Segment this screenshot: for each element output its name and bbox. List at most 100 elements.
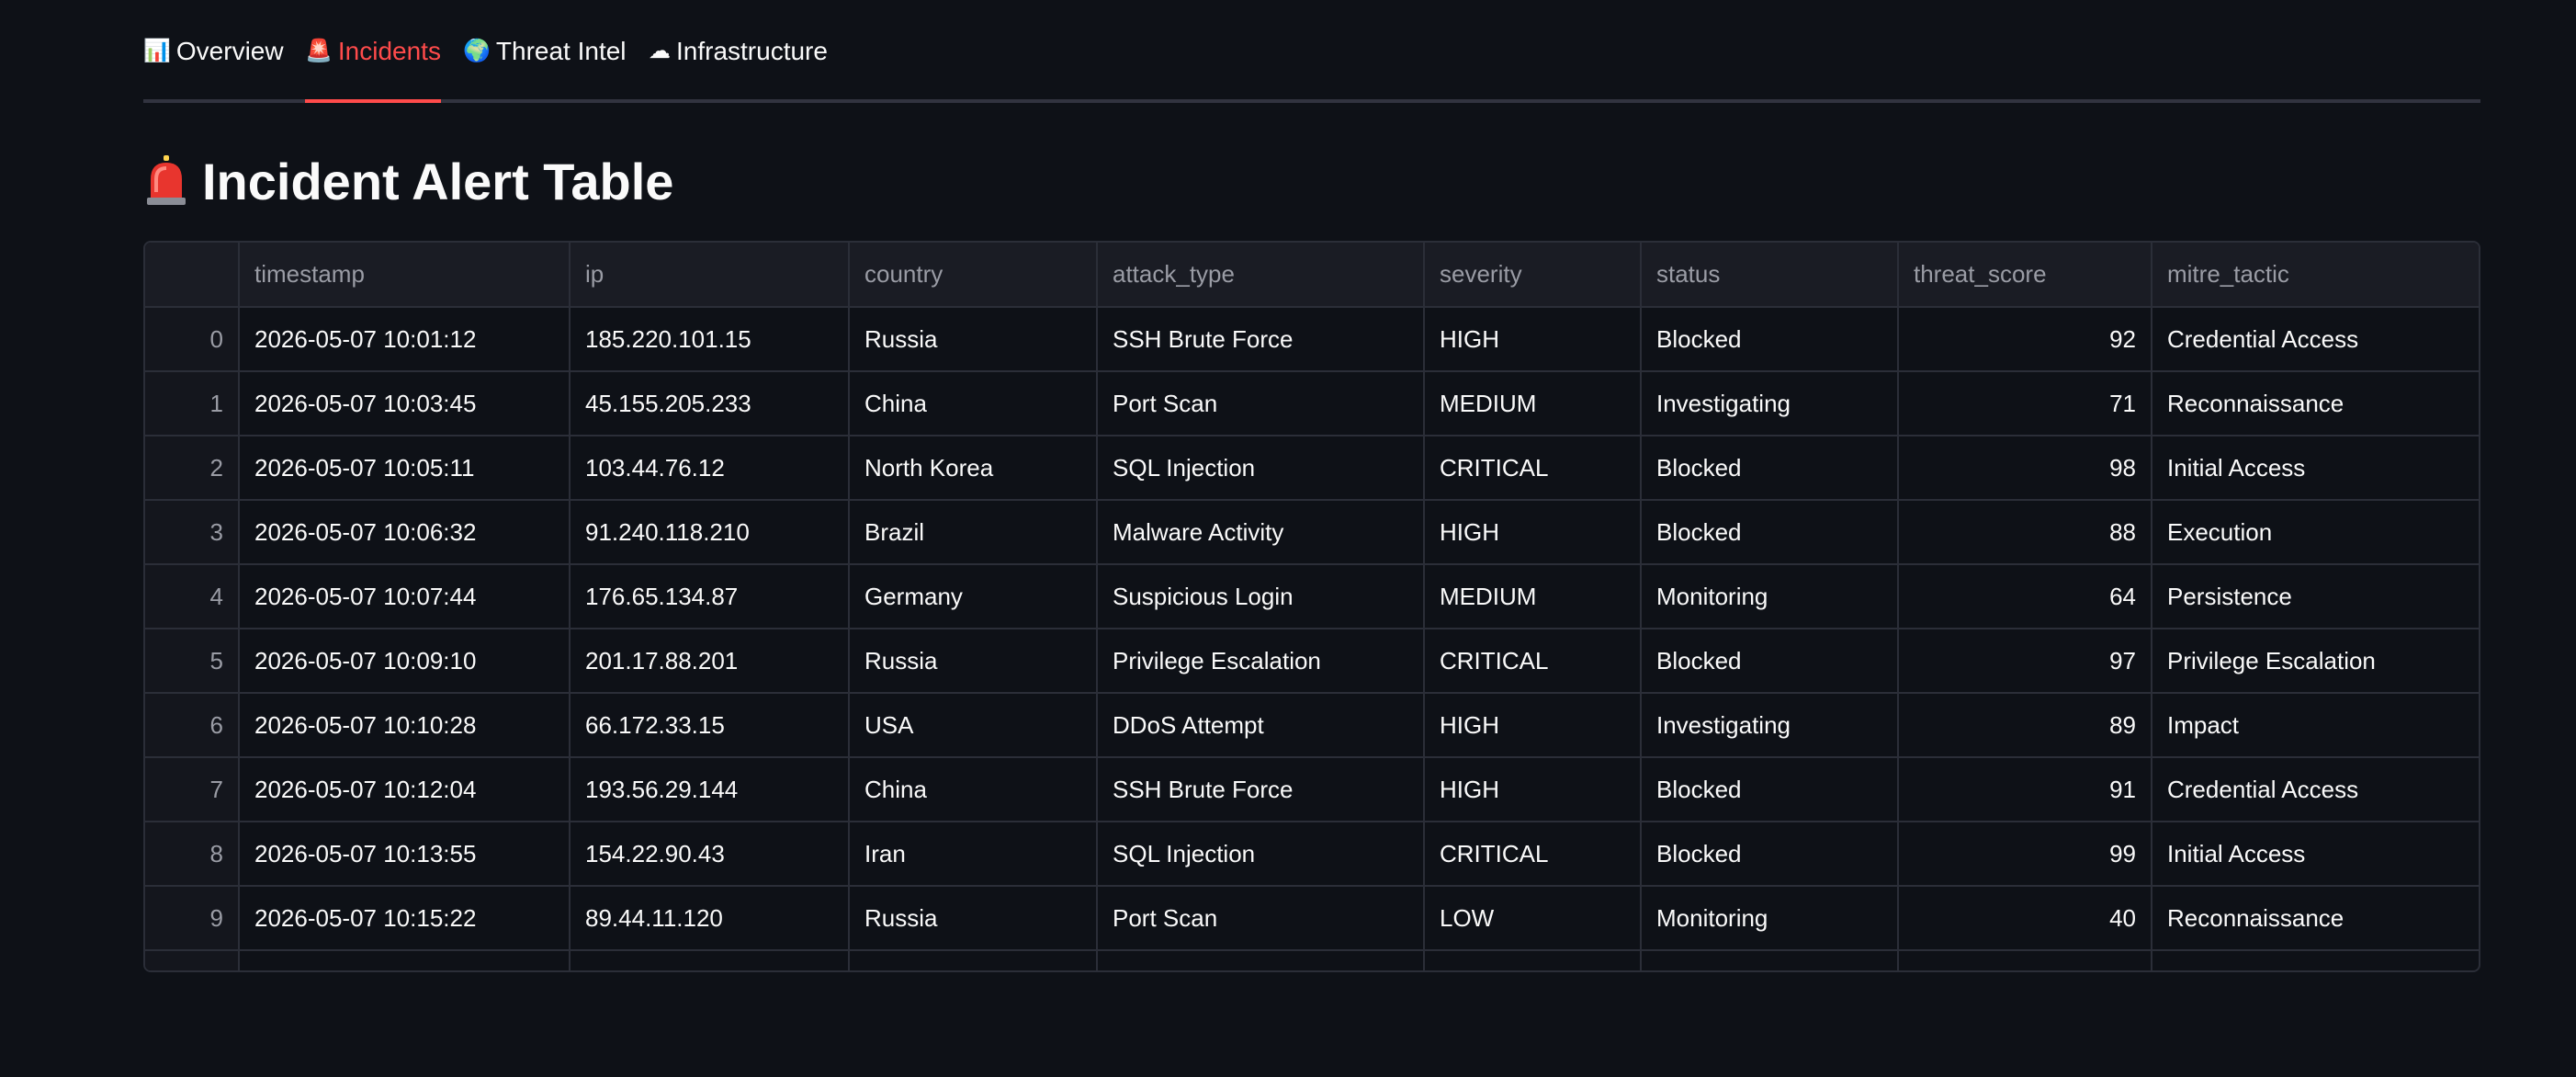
mitre-tactic-cell[interactable]: Credential Access — [2152, 757, 2479, 822]
column-header-attack-type[interactable]: attack_type — [1097, 243, 1425, 308]
timestamp-cell[interactable]: 2026-05-07 10:10:28 — [239, 693, 571, 758]
timestamp-cell[interactable]: 2026-05-07 10:01:12 — [239, 307, 571, 372]
country-cell[interactable]: Russia — [849, 307, 1098, 372]
attack-type-cell[interactable]: Suspicious Login — [1097, 564, 1425, 629]
country-cell[interactable]: USA — [849, 693, 1098, 758]
status-cell[interactable]: Blocked — [1641, 500, 1899, 565]
timestamp-cell[interactable] — [239, 950, 571, 970]
severity-cell[interactable]: HIGH — [1424, 950, 1642, 970]
threat-score-cell[interactable]: 88 — [1898, 500, 2152, 565]
country-cell[interactable]: China — [849, 757, 1098, 822]
ip-cell[interactable]: 185.220.101.15 — [570, 307, 850, 372]
timestamp-cell[interactable]: 2026-05-07 10:05:11 — [239, 436, 571, 501]
severity-cell[interactable]: CRITICAL — [1424, 436, 1642, 501]
severity-cell[interactable]: HIGH — [1424, 693, 1642, 758]
column-header-threat-score[interactable]: threat_score — [1898, 243, 2152, 308]
ip-cell[interactable]: 176.65.134.87 — [570, 564, 850, 629]
table-row[interactable]: 6 2026-05-07 10:10:28 66.172.33.15 USA DDoS … — [145, 693, 2479, 758]
tab-incidents[interactable]: 🚨 Incidents — [305, 37, 441, 103]
ip-cell[interactable]: 89.44.11.120 — [570, 886, 850, 951]
ip-cell[interactable]: 103.44.76.12 — [570, 436, 850, 501]
attack-type-cell[interactable]: SSH Brute Force — [1097, 307, 1425, 372]
threat-score-cell[interactable]: 89 — [1898, 693, 2152, 758]
mitre-tactic-cell[interactable]: Initial Access — [2152, 436, 2479, 501]
row-index[interactable]: 0 — [145, 307, 240, 372]
table-row[interactable]: 4 2026-05-07 10:07:44 176.65.134.87 Germany… — [145, 564, 2479, 629]
timestamp-cell[interactable]: 2026-05-07 10:07:44 — [239, 564, 571, 629]
severity-cell[interactable]: HIGH — [1424, 500, 1642, 565]
ip-cell[interactable]: 201.17.88.201 — [570, 629, 850, 694]
country-cell[interactable]: Iran — [849, 822, 1098, 887]
row-index[interactable]: 9 — [145, 886, 240, 951]
threat-score-cell[interactable]: 97 — [1898, 629, 2152, 694]
threat-score-cell[interactable]: 98 — [1898, 436, 2152, 501]
status-cell[interactable]: Investigating — [1641, 371, 1899, 436]
table-row[interactable]: 1 2026-05-07 10:03:45 45.155.205.233 China P… — [145, 371, 2479, 436]
row-index[interactable] — [145, 950, 240, 970]
column-header-status[interactable]: status — [1641, 243, 1899, 308]
ip-cell[interactable] — [570, 950, 850, 970]
column-header-mitre-tactic[interactable]: mitre_tactic — [2152, 243, 2479, 308]
threat-score-cell[interactable]: 91 — [1898, 757, 2152, 822]
threat-score-cell[interactable]: 64 — [1898, 564, 2152, 629]
attack-type-cell[interactable]: Privilege Escalation — [1097, 629, 1425, 694]
attack-type-cell[interactable]: SQL Injection — [1097, 436, 1425, 501]
mitre-tactic-cell[interactable]: Reconnaissance — [2152, 371, 2479, 436]
ip-cell[interactable]: 91.240.118.210 — [570, 500, 850, 565]
row-index[interactable]: 2 — [145, 436, 240, 501]
row-index[interactable]: 6 — [145, 693, 240, 758]
country-cell[interactable]: China — [849, 950, 1098, 970]
attack-type-cell[interactable]: Malware Activity — [1097, 500, 1425, 565]
threat-score-cell[interactable]: 71 — [1898, 371, 2152, 436]
table-row[interactable]: 7 2026-05-07 10:12:04 193.56.29.144 China SS… — [145, 757, 2479, 822]
severity-cell[interactable]: CRITICAL — [1424, 629, 1642, 694]
column-header-timestamp[interactable]: timestamp — [239, 243, 571, 308]
country-cell[interactable]: Russia — [849, 886, 1098, 951]
severity-cell[interactable]: MEDIUM — [1424, 371, 1642, 436]
attack-type-cell[interactable]: Malware Activity — [1097, 950, 1425, 970]
mitre-tactic-cell[interactable]: Execution — [2152, 500, 2479, 565]
attack-type-cell[interactable]: SQL Injection — [1097, 822, 1425, 887]
status-cell[interactable]: Blocked — [1641, 629, 1899, 694]
row-index[interactable]: 1 — [145, 371, 240, 436]
ip-cell[interactable]: 193.56.29.144 — [570, 757, 850, 822]
threat-score-cell[interactable]: 92 — [1898, 307, 2152, 372]
timestamp-cell[interactable]: 2026-05-07 10:09:10 — [239, 629, 571, 694]
attack-type-cell[interactable]: Port Scan — [1097, 886, 1425, 951]
table-row[interactable]: 9 2026-05-07 10:15:22 89.44.11.120 Russia Po… — [145, 886, 2479, 951]
threat-score-cell[interactable]: 40 — [1898, 886, 2152, 951]
table-row[interactable]: 5 2026-05-07 10:09:10 201.17.88.201 Russia P… — [145, 629, 2479, 694]
tab-threat-intel[interactable]: 🌍 Threat Intel — [463, 37, 627, 99]
tab-overview[interactable]: 📊 Overview — [143, 37, 284, 99]
column-header-index[interactable] — [145, 243, 240, 308]
table-row[interactable]: 0 2026-05-07 10:01:12 185.220.101.15 Russia… — [145, 307, 2479, 372]
status-cell[interactable]: Blocked — [1641, 950, 1899, 970]
country-cell[interactable]: North Korea — [849, 436, 1098, 501]
status-cell[interactable]: Blocked — [1641, 822, 1899, 887]
incident-table[interactable]: timestamp ip country attack_type severit… — [143, 241, 2480, 972]
mitre-tactic-cell[interactable]: Execution — [2152, 950, 2479, 970]
status-cell[interactable]: Investigating — [1641, 693, 1899, 758]
row-index[interactable]: 5 — [145, 629, 240, 694]
column-header-country[interactable]: country — [849, 243, 1098, 308]
timestamp-cell[interactable]: 2026-05-07 10:13:55 — [239, 822, 571, 887]
timestamp-cell[interactable]: 2026-05-07 10:03:45 — [239, 371, 571, 436]
timestamp-cell[interactable]: 2026-05-07 10:15:22 — [239, 886, 571, 951]
status-cell[interactable]: Blocked — [1641, 757, 1899, 822]
tab-infrastructure[interactable]: ☁ Infrastructure — [649, 37, 828, 99]
severity-cell[interactable]: CRITICAL — [1424, 822, 1642, 887]
mitre-tactic-cell[interactable]: Initial Access — [2152, 822, 2479, 887]
timestamp-cell[interactable]: 2026-05-07 10:12:04 — [239, 757, 571, 822]
row-index[interactable]: 7 — [145, 757, 240, 822]
row-index[interactable]: 3 — [145, 500, 240, 565]
mitre-tactic-cell[interactable]: Reconnaissance — [2152, 886, 2479, 951]
table-row[interactable]: 3 2026-05-07 10:06:32 91.240.118.210 Brazil… — [145, 500, 2479, 565]
country-cell[interactable]: Brazil — [849, 500, 1098, 565]
mitre-tactic-cell[interactable]: Privilege Escalation — [2152, 629, 2479, 694]
table-row[interactable]: ChinaMalware ActivityHIGHBlocked Executio… — [145, 950, 2479, 970]
country-cell[interactable]: Russia — [849, 629, 1098, 694]
row-index[interactable]: 4 — [145, 564, 240, 629]
ip-cell[interactable]: 45.155.205.233 — [570, 371, 850, 436]
severity-cell[interactable]: HIGH — [1424, 307, 1642, 372]
country-cell[interactable]: Germany — [849, 564, 1098, 629]
